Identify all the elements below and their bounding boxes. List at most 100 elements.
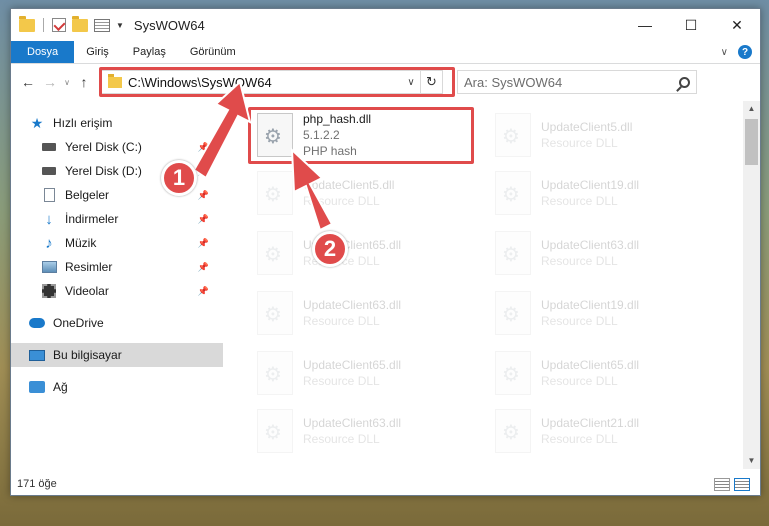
sidebar-item-label: Müzik (65, 236, 97, 250)
title-bar: ▼ SysWOW64 — ☐ ✕ (11, 9, 760, 41)
search-icon[interactable] (679, 76, 690, 88)
ribbon-right: ∨ ? (721, 41, 760, 63)
file-text: UpdateClient19.dll Resource DLL (541, 178, 639, 208)
customize-dropdown-icon[interactable]: ▼ (116, 21, 124, 30)
navigation-bar: ← → ∨ ↑ C:\Windows\SysWOW64 ∨ ↻ Ara: Sys… (11, 64, 760, 100)
scroll-up-icon[interactable]: ▲ (743, 101, 760, 117)
file-detail: Resource DLL (541, 254, 618, 268)
scrollbar-thumb[interactable] (745, 119, 758, 165)
back-button[interactable]: ← (17, 74, 39, 90)
refresh-button[interactable]: ↻ (420, 71, 442, 93)
sidebar-item-label: OneDrive (53, 316, 104, 330)
sidebar-item-label: Ağ (53, 380, 68, 394)
help-icon[interactable]: ? (738, 45, 752, 59)
pin-icon[interactable]: 📌 (198, 214, 209, 225)
tiles-view-icon[interactable] (734, 477, 750, 491)
address-dropdown-icon[interactable]: ∨ (402, 77, 420, 88)
sidebar-item-music[interactable]: ♪ Müzik 📌 (11, 231, 223, 255)
file-name: UpdateClient5.dll (541, 120, 633, 134)
file-name: UpdateClient5.dll (303, 178, 395, 192)
expand-ribbon-icon[interactable]: ∨ (721, 47, 728, 58)
forward-button[interactable]: → (39, 74, 61, 90)
file-detail: Resource DLL (541, 374, 618, 388)
quick-access-toolbar: ▼ (19, 15, 124, 32)
folder-icon[interactable] (19, 15, 35, 32)
file-name: UpdateClient63.dll (303, 416, 402, 430)
sidebar-item-quick-access[interactable]: ★ Hızlı erişim (11, 111, 223, 135)
pin-icon[interactable]: 📌 (198, 238, 209, 249)
address-bar[interactable]: C:\Windows\SysWOW64 ∨ ↻ (99, 67, 455, 97)
minimize-button[interactable]: — (622, 9, 668, 41)
file-detail: Resource DLL (541, 136, 618, 150)
file-item[interactable]: UpdateClient5.dll Resource DLL (251, 165, 476, 221)
file-item[interactable]: UpdateClient5.dll Resource DLL (489, 107, 714, 163)
file-item[interactable]: php_hash.dll 5.1.2.2 PHP hash (251, 107, 476, 163)
dll-file-icon (257, 291, 293, 335)
new-folder-icon[interactable] (72, 15, 88, 32)
address-path[interactable]: C:\Windows\SysWOW64 (128, 75, 402, 90)
pin-icon[interactable]: 📌 (198, 262, 209, 273)
file-item[interactable]: UpdateClient21.dll Resource DLL (489, 403, 714, 459)
file-name: UpdateClient63.dll (541, 238, 640, 252)
maximize-button[interactable]: ☐ (668, 9, 714, 41)
file-item[interactable]: UpdateClient63.dll Resource DLL (251, 285, 476, 341)
sidebar-item-label: Belgeler (65, 188, 110, 202)
sidebar-item-downloads[interactable]: ↓ İndirmeler 📌 (11, 207, 223, 231)
dll-file-icon (257, 351, 293, 395)
dll-file-icon (495, 409, 531, 453)
tab-share[interactable]: Paylaş (121, 41, 178, 63)
close-button[interactable]: ✕ (714, 9, 760, 41)
file-detail: Resource DLL (303, 314, 380, 328)
file-text: UpdateClient63.dll Resource DLL (303, 298, 401, 328)
sidebar-item-label: Yerel Disk (C:) (65, 140, 142, 154)
file-item[interactable]: UpdateClient63.dll Resource DLL (251, 403, 476, 459)
file-detail: Resource DLL (541, 314, 618, 328)
file-name: UpdateClient21.dll (541, 416, 640, 430)
file-detail: Resource DLL (303, 194, 380, 208)
sidebar-item-disk-c[interactable]: Yerel Disk (C:) 📌 (11, 135, 223, 159)
ribbon-tabs: Dosya Giriş Paylaş Görünüm ∨ ? (11, 41, 760, 64)
properties-icon[interactable] (94, 18, 110, 32)
tab-view[interactable]: Görünüm (178, 41, 248, 63)
toolbar-divider (43, 18, 44, 32)
sidebar-item-videos[interactable]: Videolar 📌 (11, 279, 223, 303)
file-item[interactable]: UpdateClient65.dllResource DLL (489, 345, 714, 401)
file-item[interactable]: UpdateClient65.dllResource DLL (251, 345, 476, 401)
file-detail: Resource DLL (541, 432, 618, 446)
music-icon: ♪ (45, 234, 53, 252)
search-input[interactable]: Ara: SysWOW64 (464, 75, 679, 90)
cloud-icon (29, 315, 45, 331)
pin-icon[interactable]: 📌 (198, 142, 209, 153)
vertical-scrollbar[interactable]: ▲ ▼ (743, 101, 760, 469)
dll-file-icon (257, 171, 293, 215)
pin-icon[interactable]: 📌 (198, 166, 209, 177)
search-box[interactable]: Ara: SysWOW64 (457, 70, 697, 94)
scroll-down-icon[interactable]: ▼ (743, 453, 760, 469)
details-view-icon[interactable] (714, 477, 730, 491)
sidebar-item-pictures[interactable]: Resimler 📌 (11, 255, 223, 279)
sidebar-item-this-pc[interactable]: Bu bilgisayar (11, 343, 223, 367)
file-item[interactable]: UpdateClient65.dllResource DLL (251, 225, 476, 281)
file-name: UpdateClient19.dll (541, 178, 640, 192)
file-text: UpdateClient65.dll Resource DLL (303, 358, 401, 388)
callout-badge-2: 2 (312, 231, 348, 267)
recent-locations-icon[interactable]: ∨ (61, 78, 73, 87)
file-item[interactable]: UpdateClient19.dll Resource DLL (489, 285, 714, 341)
sidebar-item-label: Yerel Disk (D:) (65, 164, 142, 178)
file-name: UpdateClient65.dll (303, 358, 402, 372)
file-detail: Resource DLL (303, 432, 380, 446)
properties-check-icon[interactable] (52, 18, 66, 32)
pin-icon[interactable]: 📌 (198, 190, 209, 201)
file-item[interactable]: UpdateClient63.dll Resource DLL (489, 225, 714, 281)
sidebar-item-onedrive[interactable]: OneDrive (11, 311, 223, 335)
tab-file[interactable]: Dosya (11, 41, 75, 63)
up-button[interactable]: ↑ (73, 74, 95, 90)
dll-file-icon (257, 113, 293, 157)
file-text: UpdateClient5.dll Resource DLL (303, 178, 394, 208)
file-item[interactable]: UpdateClient19.dll Resource DLL (489, 165, 714, 221)
tab-home[interactable]: Giriş (74, 41, 121, 63)
sidebar-item-network[interactable]: Ağ (11, 375, 223, 399)
pin-icon[interactable]: 📌 (198, 286, 209, 297)
pictures-icon (41, 259, 57, 275)
file-text: UpdateClient21.dll Resource DLL (541, 416, 639, 446)
